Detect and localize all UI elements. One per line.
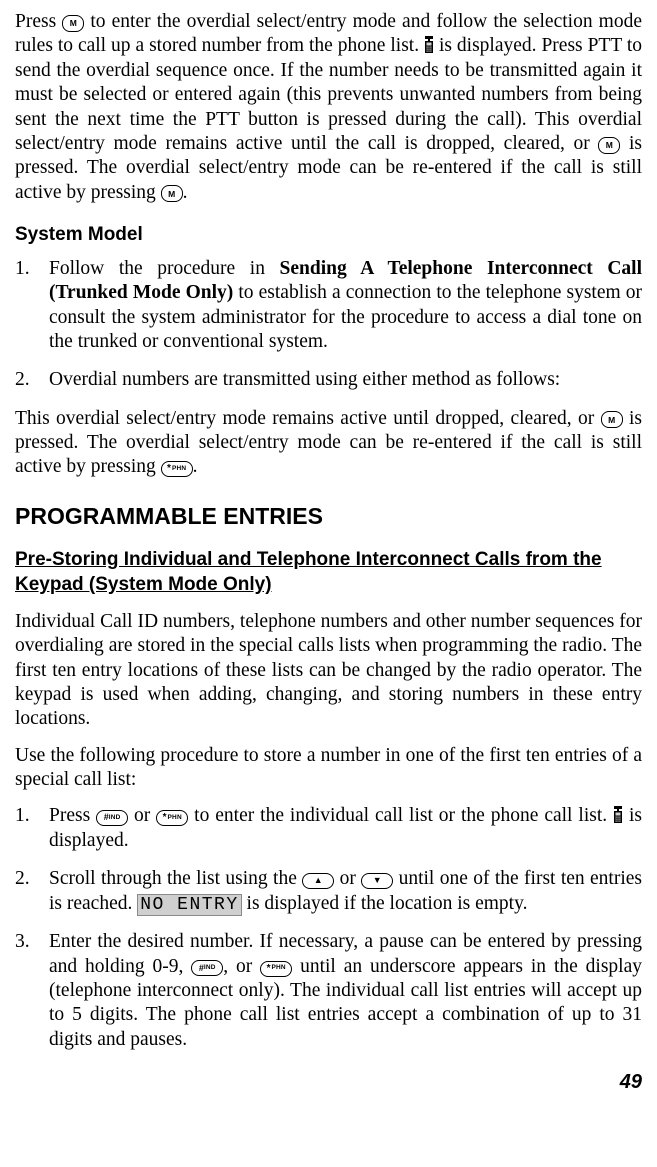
key-star-phn-icon: *PHN (161, 461, 193, 477)
key-m-icon: M (62, 15, 84, 32)
lcd-display: NO ENTRY (137, 894, 241, 917)
key-m-icon: M (598, 137, 620, 154)
phone-icon (424, 36, 434, 53)
text: This overdial select/entry mode remains … (15, 408, 601, 429)
paragraph: Individual Call ID numbers, telephone nu… (15, 610, 642, 732)
list-body: Press #IND or *PHN to enter the individu… (49, 804, 642, 853)
key-m-icon: M (161, 185, 183, 202)
list-number: 2. (15, 867, 49, 916)
list-number: 3. (15, 930, 49, 1052)
heading-programmable-entries: PROGRAMMABLE ENTRIES (15, 502, 642, 531)
key-hash-ind-icon: #IND (96, 810, 128, 826)
heading-system-model: System Model (15, 223, 642, 247)
key-star-phn-icon: *PHN (260, 961, 292, 977)
list-body: Overdial numbers are transmitted using e… (49, 368, 642, 392)
list-item: 1. Press #IND or *PHN to enter the indiv… (15, 804, 642, 853)
paragraph: This overdial select/entry mode remains … (15, 407, 642, 480)
paragraph: Use the following procedure to store a n… (15, 744, 642, 793)
key-m-icon: M (601, 411, 623, 428)
list-item: 2. Scroll through the list using the ▲ o… (15, 867, 642, 916)
list-item: 2. Overdial numbers are transmitted usin… (15, 368, 642, 392)
text: Press (15, 11, 62, 32)
key-up-icon: ▲ (302, 873, 334, 889)
key-down-icon: ▼ (361, 873, 393, 889)
list-item: 1. Follow the procedure in Sending A Tel… (15, 257, 642, 355)
ordered-list: 1. Follow the procedure in Sending A Tel… (15, 257, 642, 393)
ordered-list: 1. Press #IND or *PHN to enter the indiv… (15, 804, 642, 1052)
text: . (193, 456, 198, 477)
text: . (183, 182, 188, 203)
list-body: Enter the desired number. If necessary, … (49, 930, 642, 1052)
key-hash-ind-icon: #IND (191, 960, 223, 976)
list-body: Scroll through the list using the ▲ or ▼… (49, 867, 642, 916)
paragraph: Press M to enter the overdial select/ent… (15, 10, 642, 205)
page-number: 49 (15, 1070, 642, 1095)
heading-prestoring: Pre-Storing Individual and Telephone Int… (15, 547, 642, 598)
list-number: 2. (15, 368, 49, 392)
list-number: 1. (15, 804, 49, 853)
list-item: 3. Enter the desired number. If necessar… (15, 930, 642, 1052)
key-star-phn-icon: *PHN (156, 810, 188, 826)
list-body: Follow the procedure in Sending A Teleph… (49, 257, 642, 355)
phone-icon (613, 806, 623, 823)
list-number: 1. (15, 257, 49, 355)
